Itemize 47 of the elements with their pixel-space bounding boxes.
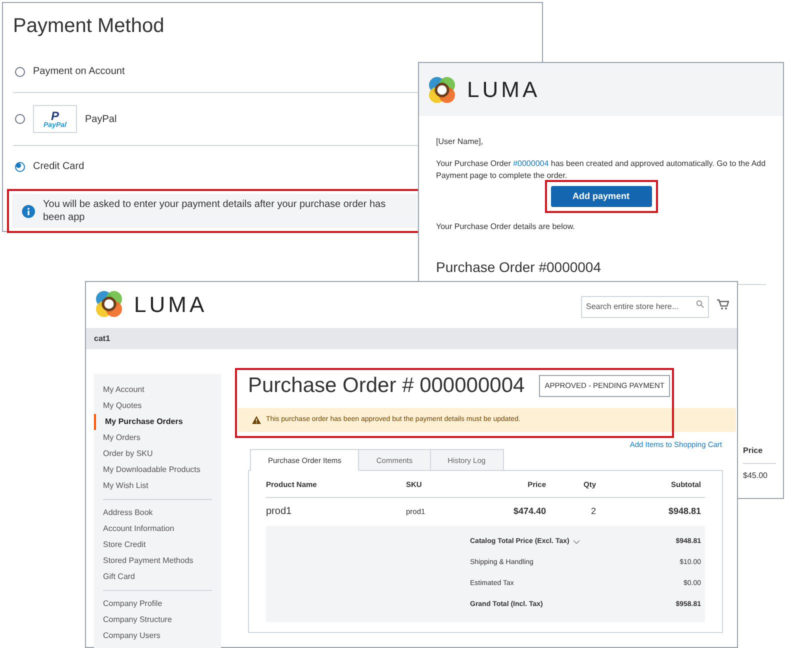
option-label[interactable]: Payment on Account — [33, 64, 125, 79]
info-icon — [22, 204, 35, 218]
add-payment-button[interactable]: Add payment — [550, 186, 652, 207]
message-text: Your Purchase Order #0000004 has been created and approved automatically. Go to the Add Payment page to complete the order. — [436, 158, 766, 182]
sidebar-link[interactable]: Store Credit — [94, 537, 212, 553]
page-title: Purchase Order # 000000004 — [248, 373, 525, 400]
sidebar-link[interactable]: My Wish List — [94, 478, 212, 494]
notice-text: You will be asked to enter your payment details after your purchase order has been app — [43, 198, 387, 224]
table-cell-text: $45.00 — [743, 470, 768, 482]
option-label[interactable]: PayPal — [85, 112, 117, 126]
logo-icon — [94, 289, 124, 319]
radio-button[interactable] — [15, 66, 25, 76]
sidebar-link[interactable]: Stored Payment Methods — [94, 553, 212, 569]
sidebar-link[interactable]: Account Information — [94, 521, 212, 537]
sidebar-link[interactable]: My Quotes — [94, 398, 212, 414]
search-field[interactable]: Search entire store here... — [581, 296, 709, 318]
logo-icon — [427, 74, 457, 104]
details-note: Your Purchase Order details are below. — [436, 221, 576, 233]
brand-name: LUMA — [134, 290, 208, 318]
panel-title: Payment Method — [13, 14, 166, 39]
sidebar-link[interactable]: My Purchase Orders — [94, 414, 212, 430]
table-cell-text: 2 — [590, 504, 597, 518]
sidebar-link[interactable]: My Downloadable Products — [94, 462, 212, 478]
sidebar-link[interactable]: Company Structure — [94, 612, 212, 628]
sidebar-link[interactable]: Company Users — [94, 628, 212, 644]
warning-icon — [252, 416, 261, 424]
sidebar-link[interactable]: Company Profile — [94, 596, 212, 612]
cart-icon[interactable] — [717, 298, 729, 310]
table-cell-text: prod1 — [266, 505, 293, 519]
chevron-down-icon[interactable] — [573, 540, 580, 544]
sidebar-link[interactable]: My Orders — [94, 430, 212, 446]
logo-mark: P — [50, 110, 59, 122]
option-label[interactable]: Credit Card — [33, 159, 84, 174]
sidebar-link[interactable]: Gift Card — [94, 569, 212, 585]
greeting-text: [User Name], — [436, 136, 484, 148]
radio-button[interactable] — [15, 162, 25, 172]
brand-name: LUMA — [467, 76, 540, 104]
sidebar-link[interactable]: My Account — [94, 382, 212, 398]
table-cell-text: $474.40 — [512, 504, 546, 518]
sidebar-link[interactable]: Address Book — [94, 505, 212, 521]
table-cell-text: $948.81 — [667, 504, 702, 518]
column-header: Price — [743, 445, 776, 464]
order-link[interactable]: #0000004 — [513, 159, 549, 168]
radio-button[interactable] — [15, 114, 25, 124]
sidebar-link[interactable]: Order by SKU — [94, 446, 212, 462]
nav-link[interactable]: cat1 — [94, 332, 110, 344]
search-icon — [696, 300, 704, 308]
